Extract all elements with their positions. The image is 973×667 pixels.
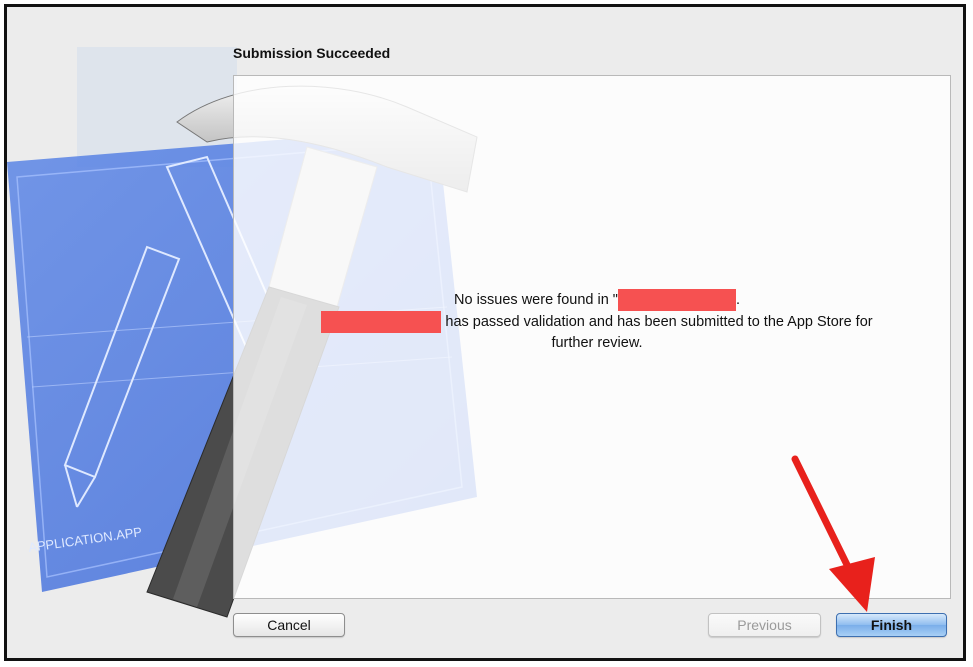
annotation-arrow-icon [791,455,875,612]
message-line-1-suffix: . [735,291,740,308]
redacted-app-name-2 [321,311,442,333]
submission-dialog: APPLICATION.APP Submission Succeeded No … [4,4,966,661]
message-line-1-prefix: No issues were found in " [454,291,618,308]
message-line-3: further review. [551,335,643,351]
redacted-app-name [617,289,736,311]
message-line-1: No issues were found in ". [237,289,957,311]
message-line-2-text: has passed validation and has been submi… [445,313,873,330]
dialog-title: Submission Succeeded [233,45,391,61]
message-line-2: has passed validation and has been submi… [237,311,957,333]
cancel-button[interactable]: Cancel [233,613,345,637]
submission-message: No issues were found in ". has passed va… [237,289,957,353]
